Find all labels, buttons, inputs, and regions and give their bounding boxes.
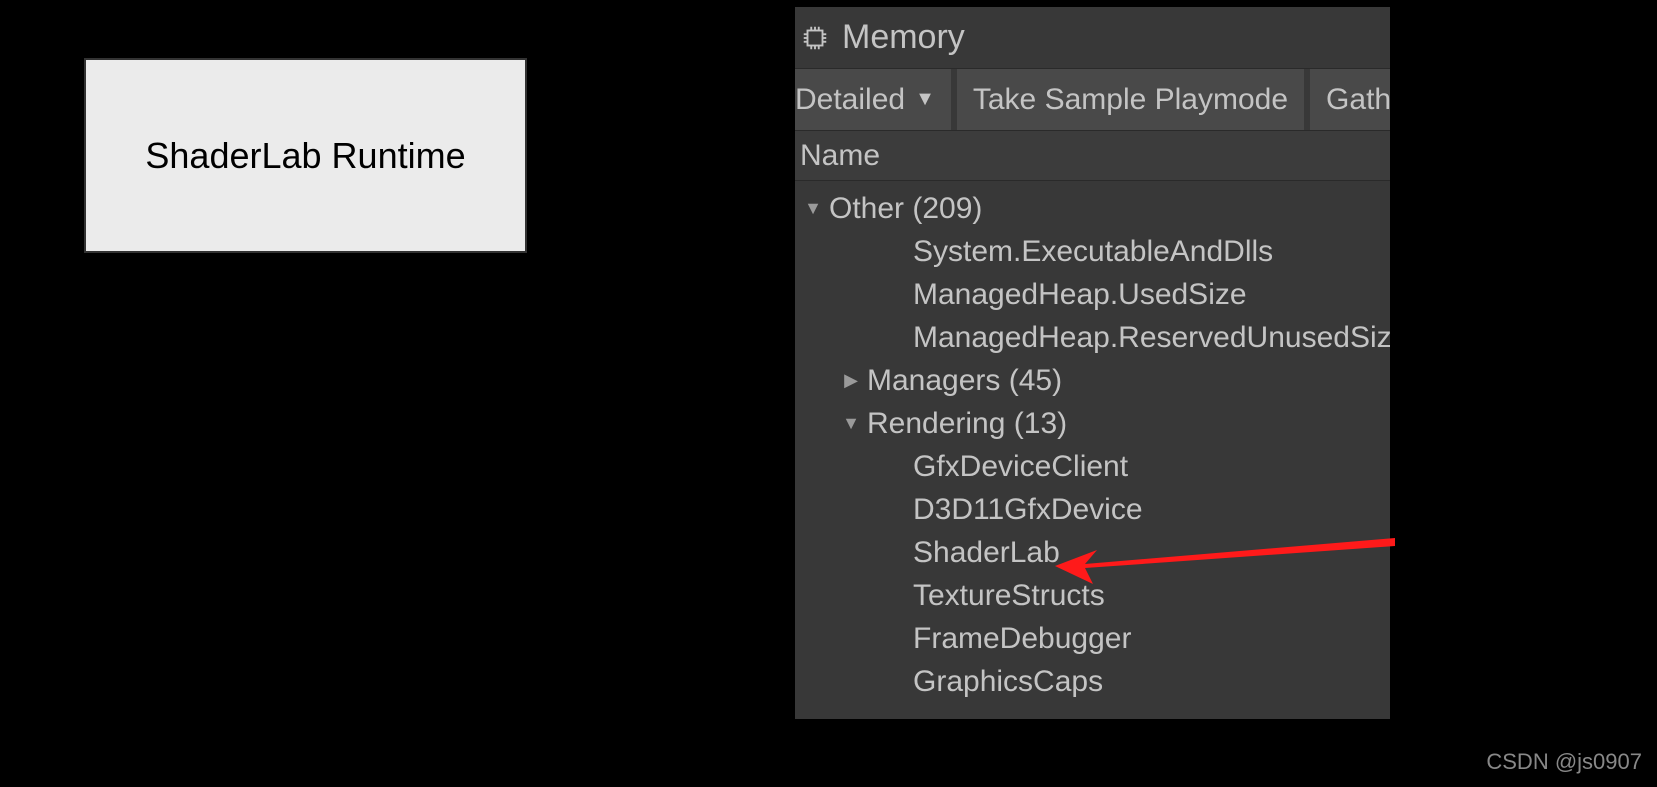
tree-leaf-shaderlab[interactable]: ShaderLab — [795, 531, 1390, 574]
tree-leaf-label: System.ExecutableAndDlls — [913, 235, 1273, 269]
tree-leaf[interactable]: D3D11GfxDevice — [795, 488, 1390, 531]
memory-tree-view[interactable]: ▼ Other (209) System.ExecutableAndDlls M… — [795, 181, 1390, 703]
detailed-dropdown[interactable]: Detailed ▼ — [795, 69, 951, 130]
take-sample-button[interactable]: Take Sample Playmode — [957, 69, 1304, 130]
tree-leaf[interactable]: System.ExecutableAndDlls — [795, 230, 1390, 273]
name-column-label: Name — [800, 139, 880, 173]
tree-node-label: Managers (45) — [867, 364, 1062, 398]
tree-leaf[interactable]: TextureStructs — [795, 574, 1390, 617]
tree-leaf-label: ManagedHeap.ReservedUnusedSize — [913, 321, 1390, 355]
shaderlab-runtime-label: ShaderLab Runtime — [145, 135, 465, 177]
detailed-label: Detailed — [795, 83, 905, 117]
chevron-down-icon: ▼ — [915, 88, 935, 111]
tree-node-rendering[interactable]: ▼ Rendering (13) — [795, 402, 1390, 445]
tree-leaf[interactable]: GfxDeviceClient — [795, 445, 1390, 488]
tree-leaf-label: FrameDebugger — [913, 622, 1131, 656]
tree-node-other[interactable]: ▼ Other (209) — [795, 187, 1390, 230]
take-sample-label: Take Sample Playmode — [973, 83, 1288, 117]
tree-leaf-label: ManagedHeap.UsedSize — [913, 278, 1247, 312]
foldout-collapsed-icon[interactable]: ▶ — [841, 370, 861, 391]
profiler-toolbar: Detailed ▼ Take Sample Playmode Gathe — [795, 69, 1390, 131]
tree-leaf-label: D3D11GfxDevice — [913, 493, 1143, 527]
memory-chip-icon — [800, 23, 830, 53]
foldout-expanded-icon[interactable]: ▼ — [803, 198, 823, 219]
gather-label: Gathe — [1326, 83, 1390, 117]
foldout-expanded-icon[interactable]: ▼ — [841, 413, 861, 434]
profiler-header: Memory — [795, 7, 1390, 69]
watermark-text: CSDN @js0907 — [1486, 749, 1642, 775]
tree-node-managers[interactable]: ▶ Managers (45) — [795, 359, 1390, 402]
tree-leaf[interactable]: GraphicsCaps — [795, 660, 1390, 703]
tree-leaf-label: ShaderLab — [913, 536, 1060, 570]
tree-leaf-label: GfxDeviceClient — [913, 450, 1128, 484]
tree-leaf[interactable]: ManagedHeap.UsedSize — [795, 273, 1390, 316]
tree-leaf[interactable]: FrameDebugger — [795, 617, 1390, 660]
gather-button[interactable]: Gathe — [1310, 69, 1390, 130]
tree-node-label: Rendering (13) — [867, 407, 1067, 441]
tree-leaf-label: TextureStructs — [913, 579, 1105, 613]
shaderlab-runtime-box: ShaderLab Runtime — [84, 58, 527, 253]
profiler-title: Memory — [842, 18, 965, 57]
tree-leaf-label: GraphicsCaps — [913, 665, 1103, 699]
memory-profiler-panel: Memory Detailed ▼ Take Sample Playmode G… — [795, 7, 1390, 719]
name-column-header[interactable]: Name — [795, 131, 1390, 181]
tree-leaf[interactable]: ManagedHeap.ReservedUnusedSize — [795, 316, 1390, 359]
tree-node-label: Other (209) — [829, 192, 982, 226]
